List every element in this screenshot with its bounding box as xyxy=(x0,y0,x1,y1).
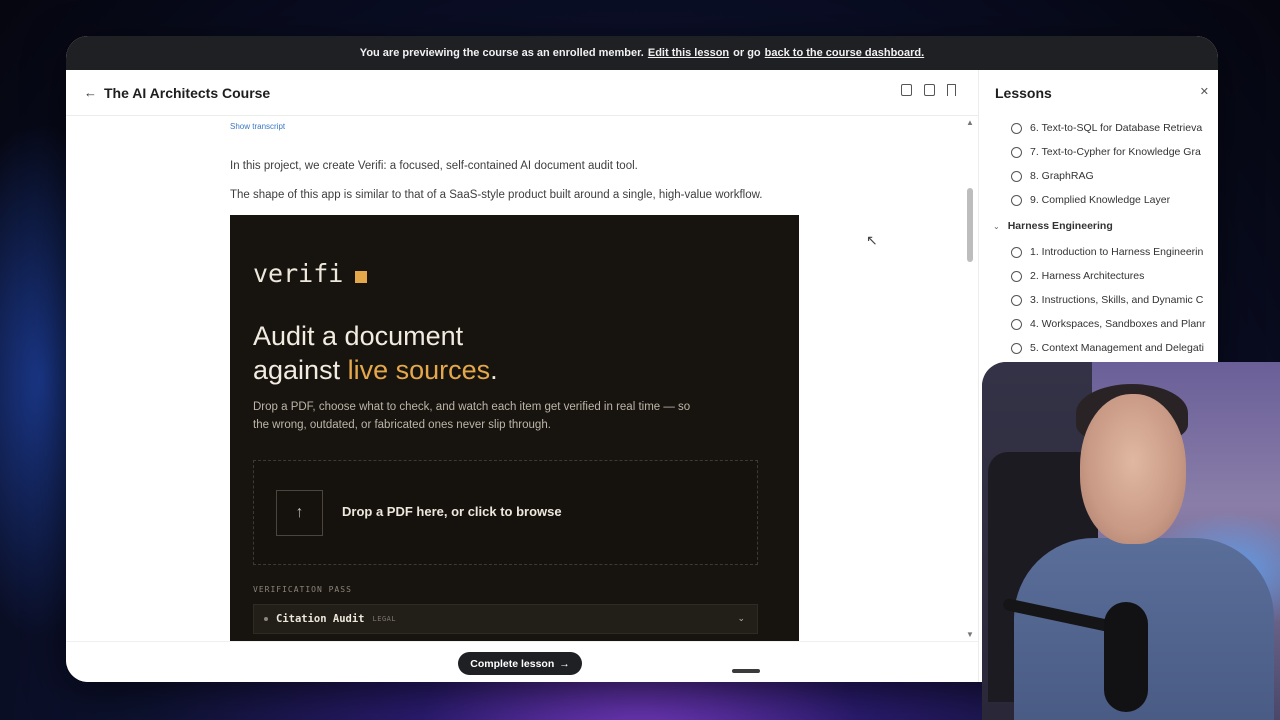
lesson-item[interactable]: 2. Harness Architectures xyxy=(979,264,1211,288)
banner-middle-text: or go xyxy=(733,47,761,59)
hero-subtext: Drop a PDF, choose what to check, and wa… xyxy=(253,401,691,431)
lesson-item[interactable]: 1. Introduction to Harness Engineerin xyxy=(979,240,1211,264)
edit-lesson-link[interactable]: Edit this lesson xyxy=(648,47,729,59)
lesson-label: 4. Workspaces, Sandboxes and Planr xyxy=(1030,318,1206,330)
course-dashboard-link[interactable]: back to the course dashboard. xyxy=(765,47,925,59)
presenter-webcam xyxy=(982,362,1280,720)
radio-circle-icon[interactable] xyxy=(1011,246,1022,258)
lesson-item[interactable]: 9. Complied Knowledge Layer xyxy=(979,188,1211,212)
hero-heading-line1: Audit a document xyxy=(253,321,464,351)
paragraph-shape: The shape of this app is similar to that… xyxy=(230,189,763,201)
close-icon[interactable]: ✕ xyxy=(1200,85,1209,98)
comment-icon[interactable] xyxy=(901,84,912,96)
verification-pass-label: VERIFICATION PASS xyxy=(253,585,352,594)
verification-pass-select: Citation Audit LEGAL ⌄ xyxy=(253,604,758,634)
arrow-right-icon: → xyxy=(559,657,570,670)
selected-pass: Citation Audit xyxy=(276,613,365,625)
header-actions xyxy=(901,84,956,96)
lesson-item[interactable]: 6. Text-to-SQL for Database Retrieva xyxy=(979,116,1211,140)
logo-square-icon xyxy=(355,271,367,283)
hero-heading: Audit a document against live sources. xyxy=(253,319,498,387)
lesson-footer: Complete lesson → xyxy=(66,641,978,682)
back-arrow-icon[interactable]: ← xyxy=(84,85,104,100)
lesson-label: 6. Text-to-SQL for Database Retrieva xyxy=(1030,122,1203,134)
upload-arrow-icon: ↑ xyxy=(276,490,323,536)
lesson-list: 6. Text-to-SQL for Database Retrieva 7. … xyxy=(979,116,1218,360)
drag-handle[interactable] xyxy=(732,669,760,673)
course-title: The AI Architects Course xyxy=(104,84,271,101)
hero-heading-start: against xyxy=(253,355,348,385)
radio-circle-icon[interactable] xyxy=(1011,170,1022,182)
lesson-content[interactable]: Show transcript In this project, we crea… xyxy=(66,116,978,641)
chevron-down-icon: ⌄ xyxy=(737,613,745,623)
banner-text: You are previewing the course as an enro… xyxy=(359,47,644,59)
microphone-icon xyxy=(1104,602,1148,712)
verifi-screenshot: verifi Audit a document against live sou… xyxy=(230,215,799,641)
lesson-header: ← The AI Architects Course xyxy=(66,70,978,116)
lesson-label: 8. GraphRAG xyxy=(1030,170,1094,182)
show-transcript-link[interactable]: Show transcript xyxy=(230,122,285,131)
lesson-item[interactable]: 3. Instructions, Skills, and Dynamic C xyxy=(979,288,1211,312)
chevron-down-icon[interactable]: ⌄ xyxy=(993,222,1000,231)
complete-lesson-label: Complete lesson xyxy=(470,657,555,670)
complete-lesson-button[interactable]: Complete lesson → xyxy=(458,652,582,675)
calendar-icon[interactable] xyxy=(924,84,935,96)
hero-heading-line2: against live sources. xyxy=(253,353,498,387)
radio-circle-icon[interactable] xyxy=(1011,294,1022,306)
status-dot-icon xyxy=(264,617,268,621)
section-harness-engineering[interactable]: ⌄ Harness Engineering xyxy=(979,212,1218,240)
paragraph-intro: In this project, we create Verifi: a foc… xyxy=(230,160,638,172)
section-label: Harness Engineering xyxy=(1007,220,1113,232)
lesson-item[interactable]: 8. GraphRAG xyxy=(979,164,1211,188)
hero-heading-end: . xyxy=(490,355,498,385)
scrollbar-thumb[interactable] xyxy=(967,188,973,262)
hero-heading-accent: live sources xyxy=(347,355,491,385)
lesson-label: 5. Context Management and Delegati xyxy=(1030,342,1204,354)
mouse-cursor-icon: ↖ xyxy=(866,232,878,248)
lesson-item[interactable]: 5. Context Management and Delegati xyxy=(979,336,1211,360)
radio-circle-icon[interactable] xyxy=(1011,342,1022,354)
bookmark-icon[interactable] xyxy=(947,84,956,96)
radio-circle-icon[interactable] xyxy=(1011,194,1022,206)
presenter-face xyxy=(1080,394,1186,544)
preview-banner: You are previewing the course as an enro… xyxy=(66,36,1218,70)
lesson-label: 7. Text-to-Cypher for Knowledge Gra xyxy=(1030,146,1201,158)
pdf-drop-zone: ↑ Drop a PDF here, or click to browse xyxy=(253,460,758,565)
sidebar-header: Lessons ✕ xyxy=(979,70,1218,116)
lesson-label: 1. Introduction to Harness Engineerin xyxy=(1030,246,1204,258)
scroll-down-icon[interactable]: ▼ xyxy=(966,630,974,639)
scroll-up-icon[interactable]: ▲ xyxy=(966,118,974,127)
lesson-item[interactable]: 4. Workspaces, Sandboxes and Planr xyxy=(979,312,1211,336)
lesson-label: 2. Harness Architectures xyxy=(1030,270,1145,282)
lesson-label: 9. Complied Knowledge Layer xyxy=(1030,194,1171,206)
drop-zone-text: Drop a PDF here, or click to browse xyxy=(342,504,562,519)
radio-circle-icon[interactable] xyxy=(1011,318,1022,330)
lesson-item[interactable]: 7. Text-to-Cypher for Knowledge Gra xyxy=(979,140,1211,164)
radio-circle-icon[interactable] xyxy=(1011,270,1022,282)
pass-tag: LEGAL xyxy=(372,615,397,623)
radio-circle-icon[interactable] xyxy=(1011,146,1022,158)
lesson-label: 3. Instructions, Skills, and Dynamic C xyxy=(1030,294,1204,306)
radio-circle-icon[interactable] xyxy=(1011,122,1022,134)
sidebar-title: Lessons xyxy=(995,85,1052,101)
verifi-logo: verifi xyxy=(253,259,344,288)
